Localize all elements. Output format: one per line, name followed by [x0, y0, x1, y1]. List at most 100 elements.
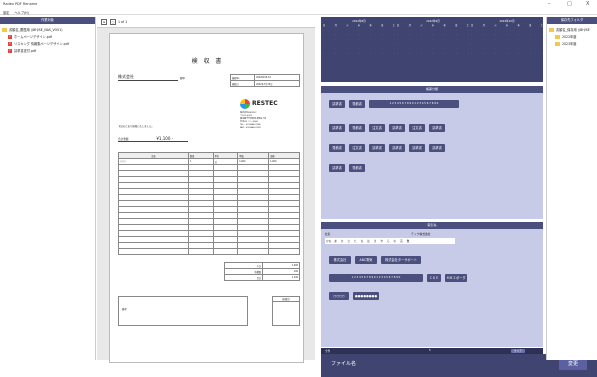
save-tree: 書類名_保存用 (\BH/SE 2022年度 2023年度 — [547, 24, 597, 51]
kana-tab[interactable]: さ — [346, 239, 351, 243]
partner-button[interactable]: ●●●●●●●● — [353, 292, 379, 300]
kana-tab[interactable]: た — [353, 239, 358, 243]
doc-type-button[interactable]: 請求書 — [329, 164, 345, 172]
calendar-day[interactable]: · — [347, 52, 348, 57]
calendar-day[interactable]: · — [444, 52, 445, 57]
doc-type-button[interactable]: 見積書 — [349, 100, 365, 108]
calendar-month: 2022年9月日月火水木金土 · · · · · · · · · · · · · · · · · · · · · · · · · ·… — [397, 20, 469, 57]
pdf-icon: P — [8, 42, 12, 46]
partner-button[interactable]: 株式会社ターサポート — [381, 256, 421, 264]
partner-button[interactable]: ○○○○ — [329, 292, 349, 300]
menu-help[interactable]: ヘルプ(H) — [14, 11, 28, 15]
partner-button[interactable]: ＭＢＩボーダ — [445, 274, 467, 282]
sender-block: 株式会社RESTEC 〒101-0021 東京都千代田区外神田8丁目 日本UX ニシ-… — [240, 112, 267, 129]
close-button[interactable]: X — [586, 1, 589, 7]
doc-type-panel: 帳票分類 請求書 見積書 1 2 3 4 5 6 7 8 9 0 1 2 3 4… — [321, 86, 543, 219]
doc-type-button[interactable]: 注文書 — [369, 124, 385, 132]
calendar-month: 2022年10月日月火水木金土 · · · · · · · · · · · · · · · · · · · · · · · · ·… — [471, 20, 543, 57]
calendar-day[interactable]: · — [542, 52, 543, 57]
calendar-day[interactable]: · — [359, 52, 360, 57]
items-table: 品名 数量 単位 単価 金額 ○○○ 1 式 1,000 1,000 — [118, 152, 300, 255]
calendar-day[interactable]: · — [456, 52, 457, 57]
clear-button[interactable]: クリア — [511, 348, 525, 353]
doc-type-button[interactable]: 請求書 — [369, 144, 385, 152]
calendar-day[interactable]: · — [370, 52, 371, 57]
tree-file[interactable]: P リスキング 情報集ページデザイン.pdf — [2, 41, 93, 48]
doc-type-button[interactable]: 請求書 — [389, 124, 405, 132]
pdf-icon: P — [8, 49, 12, 53]
save-subfolder[interactable]: 2023年度 — [549, 41, 595, 48]
minimize-button[interactable]: – — [548, 1, 551, 7]
kana-tab[interactable]: ら — [386, 239, 391, 243]
kana-tab[interactable]: や — [379, 239, 384, 243]
doc-type-button[interactable]: 請求書 — [329, 100, 345, 108]
doc-type-button[interactable]: 見積書 — [349, 124, 365, 132]
calendar-day[interactable]: · — [433, 52, 434, 57]
folder-icon — [2, 28, 7, 32]
doc-type-button[interactable]: 請求書 — [389, 144, 405, 152]
calendar-day[interactable]: · — [421, 52, 422, 57]
doc-type-header: 帳票分類 — [321, 86, 543, 93]
viewer-toolbar: ≡ ▢ 1 of 1 — [97, 17, 315, 28]
doc-type-button[interactable]: 見積書 — [329, 144, 345, 152]
pdf-viewer: ≡ ▢ 1 of 1 検 収 書 株式会社 御中 検収No 20220915-10… — [97, 17, 315, 363]
page-icon[interactable]: ▢ — [110, 19, 116, 25]
calendar-day[interactable]: · — [335, 52, 336, 57]
partner-header: 取引先 — [321, 222, 543, 229]
status-left: 全件 — [325, 350, 331, 353]
calendar-day[interactable]: · — [397, 52, 398, 57]
calendar-day[interactable]: · — [483, 52, 484, 57]
menu-bar: 設定 ヘルプ(H) — [0, 9, 597, 15]
doc-type-button[interactable]: 注文書 — [409, 124, 425, 132]
kana-tab[interactable]: か — [340, 239, 345, 243]
calendar-day[interactable]: · — [409, 52, 410, 57]
doc-title: 検 収 書 — [191, 58, 224, 65]
kana-tab[interactable]: わ — [393, 239, 398, 243]
kana-index: かな あかさたなはまやらわ英数 — [325, 238, 455, 244]
doc-type-button[interactable]: 見積書 — [349, 164, 365, 172]
doc-type-button[interactable]: 請求書 — [409, 144, 425, 152]
calendar-day[interactable]: · — [530, 52, 531, 57]
partner-button[interactable]: 株式会社 — [329, 256, 351, 264]
tree-file[interactable]: P ホームページデザイン.pdf — [2, 34, 93, 41]
tree-folder[interactable]: 書類名_履歴用 (\BH/SE_NAS_VO01) — [2, 27, 93, 34]
calendar-week: · · · · · · · — [323, 52, 395, 57]
calendar-day[interactable]: · — [382, 52, 383, 57]
menu-settings[interactable]: 設定 — [3, 11, 9, 15]
kana-tab[interactable]: あ — [333, 239, 338, 243]
partner-button[interactable]: ＣＤＥ — [427, 274, 441, 282]
calendar-day[interactable]: · — [394, 52, 395, 57]
kana-tab[interactable]: な — [360, 239, 365, 243]
doc-type-button[interactable]: 請求書 — [329, 124, 345, 132]
doc-to-suffix: 御中 — [180, 77, 186, 80]
tree-file[interactable]: P 請求書送付.pdf — [2, 48, 93, 55]
maximize-button[interactable]: □ — [567, 1, 572, 7]
partner-button[interactable]: 1 2 3 4 5 6 7 8 9 0 1 2 3 4 5 6 7 8 9 0 — [329, 274, 423, 282]
kana-tab[interactable]: ま — [373, 239, 378, 243]
kana-tab[interactable]: 英 — [399, 239, 404, 243]
save-subfolder[interactable]: 2022年度 — [549, 34, 595, 41]
doc-message: 下記のとおり検収いたしました。 — [118, 125, 154, 128]
total-row: 合計金額 ¥1,100 - — [118, 136, 188, 142]
calendar-day[interactable]: · — [468, 52, 469, 57]
pdf-icon: P — [8, 35, 12, 39]
source-panel: 作業対象 書類名_履歴用 (\BH/SE_NAS_VO01) P ホームページデザ… — [0, 17, 96, 360]
kana-tab[interactable]: 数 — [406, 239, 411, 243]
calendar-day[interactable]: · — [495, 52, 496, 57]
source-panel-header: 作業対象 — [0, 17, 95, 24]
calendar: 2022年8月日月火水木金土 · · · · · · · · · · · · · · · · · · · · · · · · · ·… — [321, 17, 543, 82]
calendar-day[interactable]: · — [518, 52, 519, 57]
sidebar-toggle-icon[interactable]: ≡ — [101, 19, 107, 25]
doc-type-button[interactable]: 注文書 — [349, 144, 365, 152]
calendar-day[interactable]: · — [507, 52, 508, 57]
doc-type-button[interactable]: 1 2 3 4 5 6 7 8 9 0 1 2 3 4 5 6 7 8 9 0 — [369, 100, 459, 108]
doc-type-button[interactable]: 請求書 — [429, 144, 445, 152]
calendar-day[interactable]: · — [471, 52, 472, 57]
calendar-week: · · · · · · · — [397, 52, 469, 57]
partner-label: 社名 — [325, 232, 331, 236]
save-root[interactable]: 書類名_保存用 (\BH/SE — [549, 27, 595, 34]
kana-tab[interactable]: は — [366, 239, 371, 243]
doc-type-button[interactable]: 請求書 — [429, 124, 445, 132]
partner-button[interactable]: ABC電気 — [355, 256, 377, 264]
calendar-day[interactable]: · — [323, 52, 324, 57]
